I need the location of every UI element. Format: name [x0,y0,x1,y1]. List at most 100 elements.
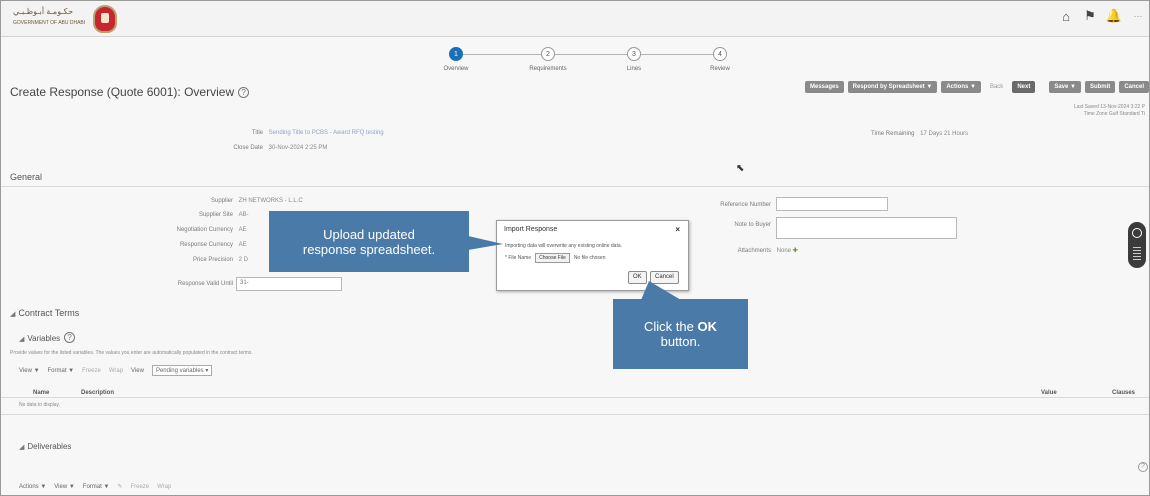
ok-callout-prefix: Click the [644,319,698,334]
choose-file-button[interactable]: Choose File [535,253,570,263]
reference-number-row: Reference Number [681,202,771,208]
page-title-text: Create Response (Quote 6001): Overview [10,85,235,99]
title-label: Title [251,130,263,136]
save-button[interactable]: Save ▼ [1049,81,1081,93]
supplier-row: Supplier ZH NETWORKS - L.L.C [151,198,303,204]
clauses-column-header[interactable]: Clauses [1112,390,1135,396]
freeze-button[interactable]: Freeze [82,368,101,374]
respond-by-spreadsheet-label: Respond by Spreadsheet [852,84,925,90]
time-remaining-label: Time Remaining [871,131,915,137]
help-icon[interactable]: ? [64,332,76,343]
next-button[interactable]: Next [1012,81,1036,93]
attachments-row: Attachments None ✚ [681,247,798,254]
title-row: Title Sending Title to PCBS - Award RFQ … [201,130,384,136]
reference-number-input[interactable] [776,197,888,211]
side-panel-handle[interactable] [1128,222,1146,268]
upload-callout-line1: Upload updated [323,226,415,242]
help-icon[interactable]: ? [1138,462,1148,472]
add-attachment-icon[interactable]: ✚ [793,248,798,254]
name-column-header[interactable]: Name [33,390,49,396]
ok-callout-bold: OK [697,319,717,334]
collapse-triangle-icon: ◢ [19,444,25,451]
variables-note: Provide values for the listed variables.… [10,350,253,356]
title-value[interactable]: Sending Title to PCBS - Award RFQ testin… [269,130,384,136]
messages-button[interactable]: Messages [804,81,844,93]
emblem-icon [93,5,117,33]
collapse-triangle-icon: ◢ [19,336,25,343]
table-divider [1,414,1149,415]
freeze-button[interactable]: Freeze [130,484,149,490]
valid-until-row: Response Valid Until [151,281,233,287]
cancel-button[interactable]: Cancel [1119,81,1149,93]
view-label: View [131,367,144,374]
view-menu[interactable]: View ▼ [19,368,40,374]
chevron-down-icon: ▼ [926,84,933,90]
logo-arabic-text: حكـومـة أبـوظـبـي [13,7,74,16]
close-date-row: Close Date 30-Nov-2024 2:25 PM [201,145,327,151]
price-precision-row: Price Precision 2 D [151,257,248,263]
view-select[interactable]: Pending variables ▾ [151,365,213,376]
valid-until-field[interactable]: 31- [236,277,342,291]
train-label-lines: Lines [626,66,642,72]
global-icons: ⌂ ⚑ 🔔 ⋯ [1059,8,1145,24]
value-column-header[interactable]: Value [1041,390,1057,396]
upload-callout-arrow [468,236,503,250]
variables-heading[interactable]: ◢ Variables? [19,332,76,343]
ok-instruction-callout: Click the OK button. [613,299,748,369]
actions-menu[interactable]: Actions ▼ [19,484,46,490]
help-icon[interactable]: ? [238,87,250,98]
actions-menu-button[interactable]: Actions ▼ [941,81,981,93]
supplier-site-value: AB- [238,212,249,218]
home-icon[interactable]: ⌂ [1059,9,1073,24]
more-icon[interactable]: ⋯ [1131,9,1145,23]
close-icon[interactable]: × [675,225,680,234]
info-icon [1132,228,1142,238]
abu-dhabi-logo[interactable]: حكـومـة أبـوظـبـي GOVERNMENT OF ABU DHAB… [13,5,121,33]
flag-icon[interactable]: ⚑ [1083,8,1097,23]
submit-button[interactable]: Submit [1084,81,1116,93]
supplier-site-label: Supplier Site [198,212,233,218]
valid-until-value: 31- [240,280,249,286]
deliverables-heading[interactable]: ◢ Deliverables [19,442,71,451]
mouse-pointer-icon: ⬉ [736,163,745,174]
wrap-button[interactable]: Wrap [157,484,171,490]
reference-number-label: Reference Number [720,202,771,208]
train-stop-overview[interactable]: 1 [449,47,463,61]
dialog-title: Import Response [504,226,558,233]
contract-terms-heading[interactable]: ◢ Contract Terms [10,308,79,318]
negotiation-currency-row: Negotiation Currency AE [151,227,247,233]
edit-icon[interactable]: ✎ [117,483,122,490]
note-to-buyer-textarea[interactable] [776,217,957,239]
price-precision-value: 2 D [238,257,249,263]
file-name-label: * File Name [505,255,532,261]
contract-terms-label: Contract Terms [18,308,80,318]
supplier-value: ZH NETWORKS - L.L.C [238,198,303,204]
variables-label: Variables [27,334,61,343]
actions-label: Actions [946,84,969,90]
train-stop-lines[interactable]: 3 [627,47,641,61]
variables-toolbar: View ▼ Format ▼ Freeze Wrap View Pending… [19,365,213,376]
note-to-buyer-label: Note to Buyer [734,222,771,228]
back-button[interactable]: Back [985,81,1008,93]
train-stop-review[interactable]: 4 [713,47,727,61]
valid-until-label: Response Valid Until [177,281,233,287]
train-connector [641,54,719,55]
description-column-header[interactable]: Description [81,390,114,396]
top-bar: حكـومـة أبـوظـبـي GOVERNMENT OF ABU DHAB… [1,1,1149,37]
respond-by-spreadsheet-button[interactable]: Respond by Spreadsheet ▼ [847,81,938,93]
response-currency-label: Response Currency [179,242,233,248]
format-menu[interactable]: Format ▼ [48,368,75,374]
view-menu[interactable]: View ▼ [54,484,75,490]
upload-instruction-callout: Upload updated response spreadsheet. [269,211,469,272]
oracle-page: حكـومـة أبـوظـبـي GOVERNMENT OF ABU DHAB… [0,0,1150,496]
bell-icon[interactable]: 🔔 [1106,8,1122,23]
section-divider [1,186,1149,187]
dialog-message: Importing data will overwrite any existi… [505,243,623,249]
format-menu[interactable]: Format ▼ [83,484,110,490]
page-title: Create Response (Quote 6001): Overview? [10,85,250,99]
train-connector [463,54,541,55]
last-saved-line: Last Saved 13-Nov-2024 3:22 P [1073,104,1145,110]
train-stop-requirements[interactable]: 2 [541,47,555,61]
response-currency-value: AE [238,242,247,248]
wrap-button[interactable]: Wrap [109,368,123,374]
